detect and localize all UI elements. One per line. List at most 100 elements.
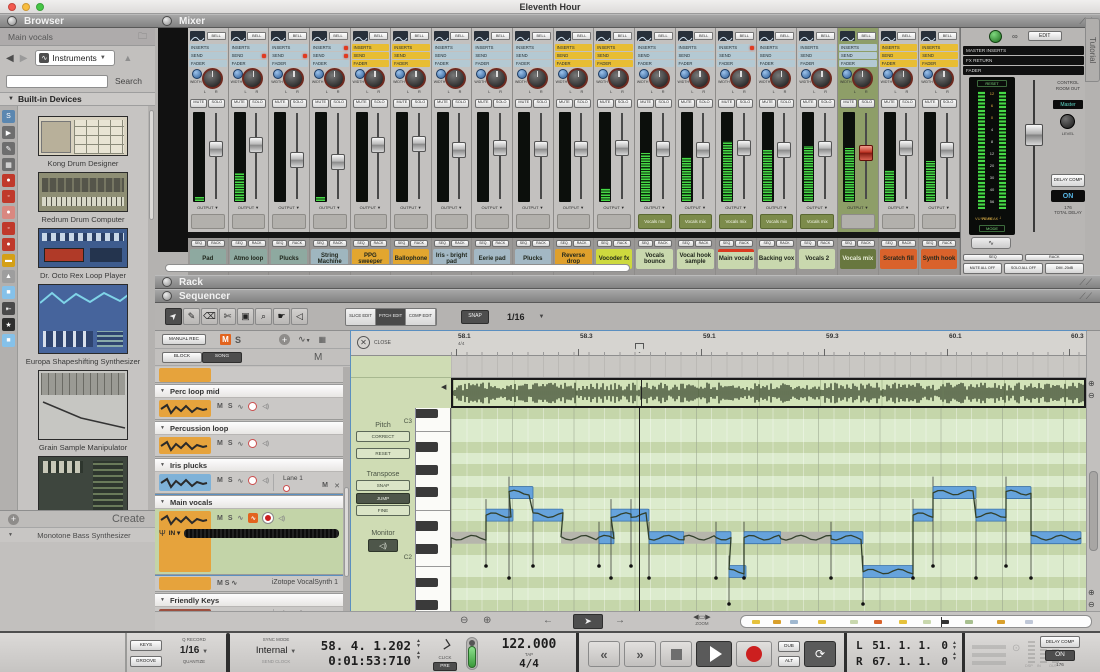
loop-locators[interactable]: L51. 1. 1.0 R67. 1. 1.0 <box>856 639 948 668</box>
output-label[interactable]: OUTPUT ▼ <box>433 205 471 213</box>
bell-button[interactable]: BELL <box>654 32 673 40</box>
automation-icon[interactable]: ∿ <box>238 477 244 485</box>
output-bus-box[interactable]: Vocals mix <box>679 214 713 229</box>
folder-icon[interactable]: 🗀 <box>138 29 147 45</box>
add-track-icon[interactable]: + <box>279 334 290 345</box>
inserts-row[interactable]: INSERTS <box>758 44 796 51</box>
channel-name-tag[interactable]: Synth hook <box>921 249 957 269</box>
mute-button[interactable]: MUTE <box>393 99 410 108</box>
inserts-row[interactable]: INSERTS <box>352 44 390 51</box>
send-row[interactable]: SEND <box>514 52 552 59</box>
solo-button[interactable]: SOLO <box>493 99 510 108</box>
width-knob[interactable] <box>517 69 527 79</box>
seq-focus-button[interactable]: SEQ <box>759 240 774 247</box>
fader-row[interactable]: FADER <box>839 60 877 67</box>
send-row[interactable]: SEND <box>880 52 918 59</box>
output-label[interactable]: OUTPUT ▼ <box>514 205 552 213</box>
lane-mute-button[interactable]: M <box>322 482 328 489</box>
mute-button[interactable]: MUTE <box>515 99 532 108</box>
inserts-row[interactable]: INSERTS <box>839 44 877 51</box>
mute-button[interactable]: MUTE <box>312 99 329 108</box>
bell-button[interactable]: BELL <box>857 32 876 40</box>
resize-grip-icon[interactable]: ⟋⟋ <box>1079 277 1092 288</box>
fader-row[interactable]: FADER <box>514 60 552 67</box>
solo-button[interactable]: SOLO <box>655 99 672 108</box>
device-thumbnail[interactable] <box>38 172 128 212</box>
song-mode-button[interactable]: SONG <box>202 352 242 363</box>
bell-button[interactable]: BELL <box>369 32 388 40</box>
device-list-scrollbar[interactable] <box>148 106 155 510</box>
resize-grip-icon[interactable]: ⟋⟋ <box>1079 291 1092 302</box>
solo-indicator[interactable]: S <box>235 335 241 345</box>
zoom-in-icon[interactable]: ⊕ <box>483 615 491 626</box>
fader-row[interactable]: FADER <box>392 60 430 67</box>
device-thumbnail[interactable] <box>38 284 128 354</box>
rack-panel-bar[interactable]: Rack ⟋⟋ <box>155 275 1100 289</box>
output-bus-box[interactable] <box>841 214 875 229</box>
automation-icon[interactable]: ∿▼ <box>298 334 311 345</box>
pan-knob[interactable] <box>811 68 832 89</box>
seq-focus-button[interactable]: SEQ <box>394 240 409 247</box>
master-global-button[interactable]: MUTE ALL OFF <box>963 263 1002 274</box>
solo-button[interactable]: SOLO <box>940 99 957 108</box>
minimize-window-button[interactable] <box>22 3 30 11</box>
master-edit-button[interactable]: EDIT <box>1028 31 1062 41</box>
seq-focus-button[interactable]: SEQ <box>231 240 246 247</box>
track-solo-button[interactable]: S <box>228 477 233 484</box>
channel-fader[interactable] <box>249 137 263 153</box>
triangle-down-icon[interactable]: ▼ <box>160 462 165 468</box>
channel-fader[interactable] <box>899 140 913 156</box>
send-row[interactable]: SEND <box>758 52 796 59</box>
zoom-out-icon[interactable]: ⊖ <box>460 615 468 626</box>
follow-song-button[interactable]: ➤ <box>573 614 603 629</box>
browser-filter-icon[interactable]: ▲ <box>2 270 15 283</box>
pan-knob[interactable] <box>770 68 791 89</box>
output-bus-box[interactable] <box>557 214 591 229</box>
device-thumbnail[interactable] <box>38 116 128 156</box>
rack-focus-button[interactable]: RACK <box>613 240 631 247</box>
browser-filter-icon[interactable]: ★ <box>2 318 15 331</box>
pan-knob[interactable] <box>649 68 670 89</box>
output-label[interactable]: OUTPUT ▼ <box>758 205 796 213</box>
mixer-collapse-button[interactable] <box>162 16 172 26</box>
track-solo-button[interactable]: S <box>228 440 233 447</box>
channel-name-tag[interactable]: Vocal hook sample <box>677 249 713 269</box>
triangle-down-icon[interactable]: ▼ <box>160 499 165 505</box>
mute-button[interactable]: MUTE <box>190 99 207 108</box>
master-global-button[interactable]: SOLO ALL OFF <box>1004 263 1043 274</box>
alt-button[interactable]: ALT <box>778 656 800 667</box>
input-selector[interactable]: IN ▾ <box>169 529 181 537</box>
loop-button[interactable]: ⟳ <box>804 641 836 667</box>
bell-button[interactable]: BELL <box>897 32 916 40</box>
track-row-partial[interactable] <box>155 367 344 383</box>
fader-row[interactable]: FADER <box>636 60 674 67</box>
snap-value-dropdown[interactable]: 1/16 <box>507 312 525 322</box>
mute-button[interactable]: MUTE <box>556 99 573 108</box>
piano-keyboard[interactable] <box>415 408 451 611</box>
pan-knob[interactable] <box>242 68 263 89</box>
stop-button[interactable] <box>660 641 692 667</box>
browser-filter-icon[interactable]: ◦ <box>2 222 15 235</box>
rack-focus-button[interactable]: RACK <box>288 240 306 247</box>
dub-button[interactable]: DUB <box>778 641 800 652</box>
zoom-in-icon[interactable]: ⊕ <box>1088 379 1095 388</box>
channel-fader[interactable] <box>696 142 710 158</box>
mute-button[interactable]: MUTE <box>353 99 370 108</box>
browser-filter-icon[interactable]: ▬ <box>2 254 15 267</box>
send-row[interactable]: SEND <box>311 52 349 59</box>
triangle-down-icon[interactable]: ▼ <box>160 388 165 394</box>
channel-name-tag[interactable]: Vocals bounce <box>636 249 672 269</box>
output-bus-box[interactable]: Vocals mix <box>638 214 672 229</box>
output-label[interactable]: OUTPUT ▼ <box>677 205 715 213</box>
bell-button[interactable]: BELL <box>613 32 632 40</box>
output-bus-box[interactable] <box>516 214 550 229</box>
channel-fader[interactable] <box>452 142 466 158</box>
rewind-button[interactable]: « <box>588 641 620 667</box>
inserts-row[interactable]: INSERTS <box>270 44 308 51</box>
bell-button[interactable]: BELL <box>532 32 551 40</box>
channel-name-tag[interactable]: Vocals 2 <box>799 249 835 269</box>
browser-filter-icon[interactable]: ✎ <box>2 142 15 155</box>
send-row[interactable]: SEND <box>677 52 715 59</box>
pan-knob[interactable] <box>202 68 223 89</box>
pan-knob[interactable] <box>567 68 588 89</box>
